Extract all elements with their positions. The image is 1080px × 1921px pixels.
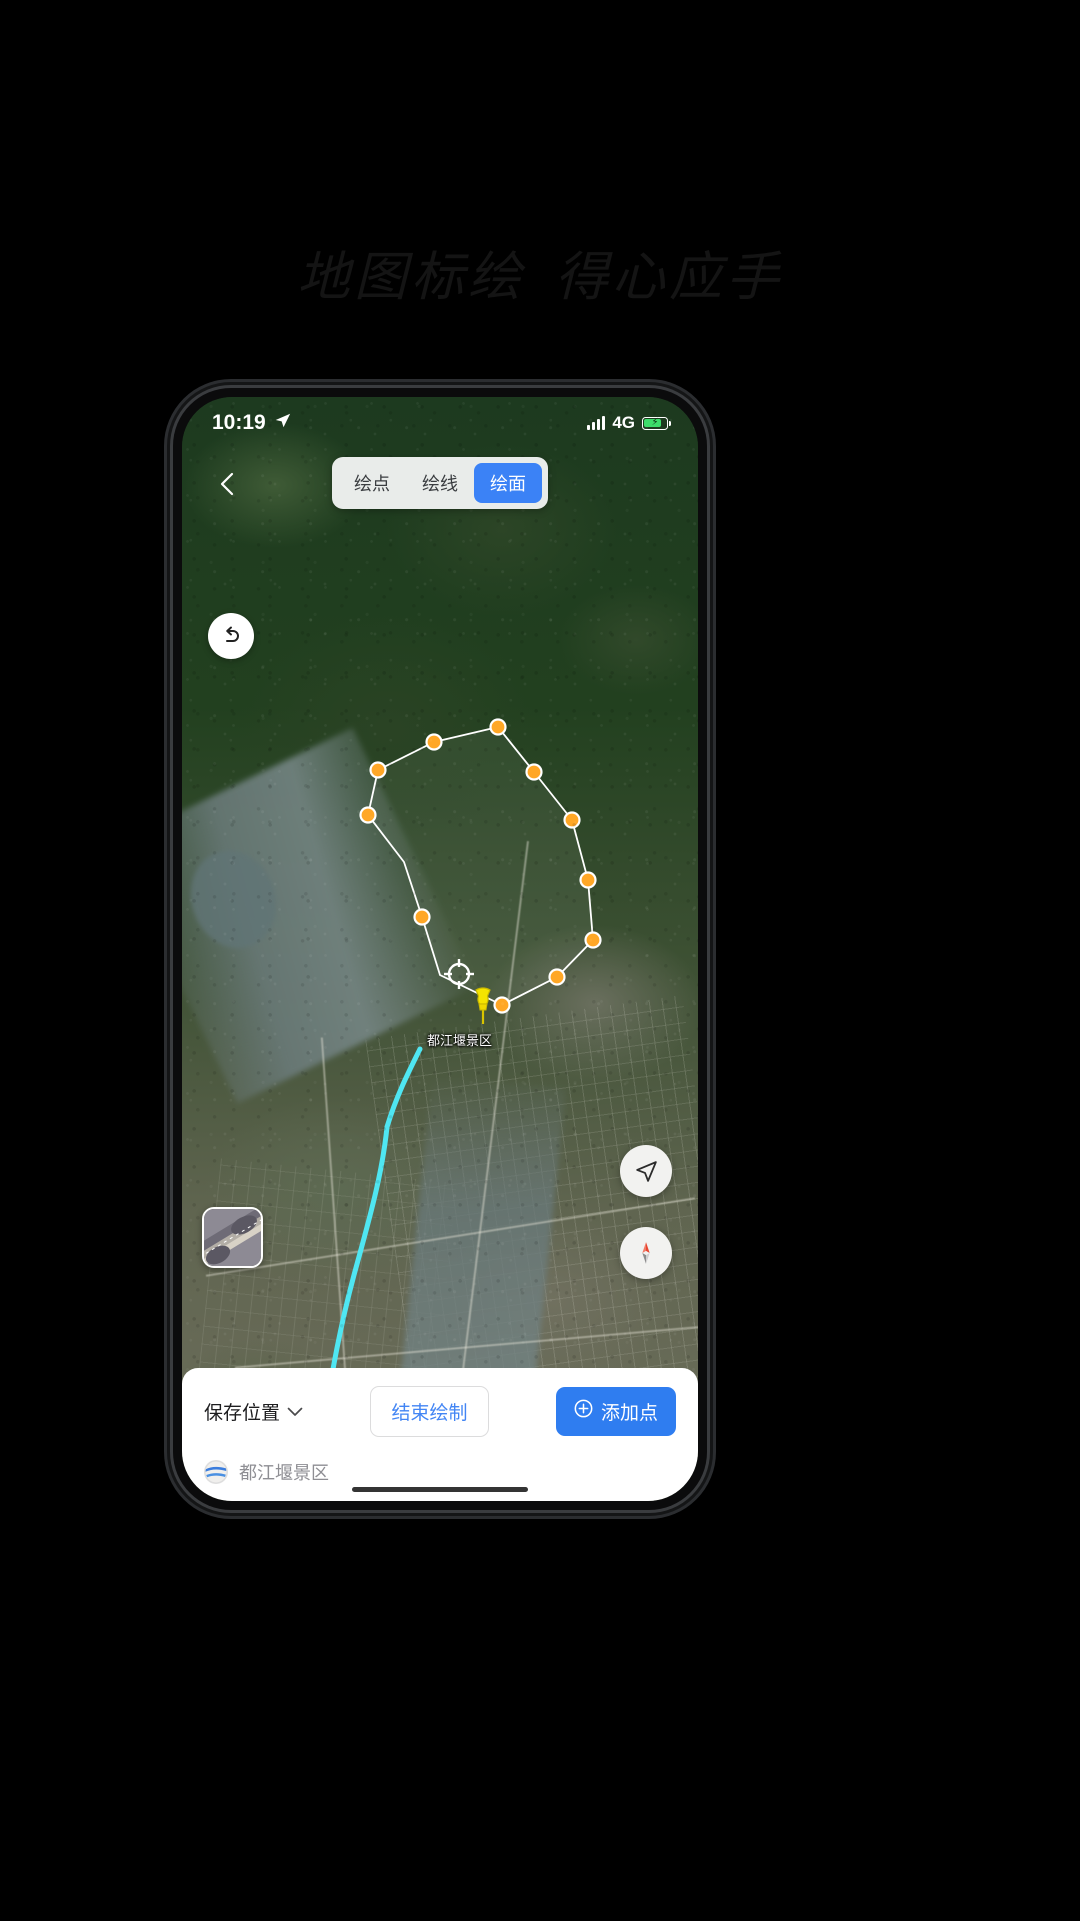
compass-needle-icon	[642, 1242, 650, 1264]
hero-headline-left: 地图标绘	[297, 248, 525, 307]
save-position-dropdown[interactable]: 保存位置	[204, 1398, 303, 1425]
tab-draw-polygon[interactable]: 绘面	[474, 463, 542, 503]
undo-arrow-icon	[226, 626, 239, 642]
screenshot-root: 地图标绘 得心应手 都江堰景区 10:19 4G ⚡ 绘点 绘线 绘面 保存位置…	[0, 0, 1080, 1921]
chevron-left-icon	[220, 472, 234, 496]
phone-screen: 都江堰景区 10:19 4G ⚡ 绘点 绘线 绘面 保存位置 结束绘制 添加点 …	[182, 397, 698, 1501]
google-earth-icon	[204, 1460, 228, 1484]
hero-headline: 地图标绘 得心应手	[0, 235, 1080, 311]
status-bar-left: 10:19	[212, 411, 291, 435]
road-line	[234, 1325, 698, 1369]
phone-device-frame: 都江堰景区 10:19 4G ⚡ 绘点 绘线 绘面 保存位置 结束绘制 添加点 …	[173, 388, 707, 1510]
home-indicator[interactable]	[352, 1487, 528, 1492]
road-line	[205, 1197, 696, 1277]
plus-circle-icon	[574, 1399, 593, 1424]
add-point-button[interactable]: 添加点	[555, 1387, 676, 1436]
locate-me-button[interactable]	[620, 1145, 672, 1197]
navigation-locate-icon	[635, 1160, 657, 1182]
status-bar-right: 4G ⚡	[587, 413, 672, 433]
hero-headline-right: 得心应手	[555, 248, 783, 307]
tab-draw-point[interactable]: 绘点	[338, 463, 406, 503]
bottom-action-sheet: 保存位置 结束绘制 添加点 都江堰景区	[182, 1368, 698, 1501]
tab-draw-line[interactable]: 绘线	[406, 463, 474, 503]
lake-water-body	[182, 838, 290, 961]
add-point-label: 添加点	[600, 1403, 658, 1424]
road-line	[456, 840, 529, 1411]
save-position-label: 保存位置	[204, 1403, 281, 1424]
satellite-map-canvas[interactable]: 都江堰景区	[182, 397, 698, 1501]
status-time: 10:19	[212, 411, 266, 434]
polygon-vertex-group	[359, 718, 602, 1014]
back-button[interactable]	[208, 465, 246, 503]
undo-button[interactable]	[208, 613, 254, 659]
navigation-arrow-icon	[274, 411, 291, 435]
chevron-down-icon	[287, 1404, 303, 1420]
pin-label: 都江堰景区	[427, 1033, 493, 1048]
map-layer-thumbnail-button[interactable]	[202, 1207, 263, 1268]
compass-button[interactable]	[620, 1227, 672, 1279]
finish-drawing-button[interactable]: 结束绘制	[370, 1386, 489, 1437]
signal-bars-icon	[587, 416, 606, 430]
footer-place-name: 都江堰景区	[239, 1463, 329, 1483]
status-bar: 10:19 4G ⚡	[182, 397, 698, 449]
battery-charging-icon: ⚡	[642, 416, 672, 430]
map-vector-overlay	[310, 718, 602, 1501]
map-layer-thumbnail	[204, 1209, 261, 1266]
network-type: 4G	[612, 413, 635, 432]
draw-mode-tabs[interactable]: 绘点 绘线 绘面	[332, 457, 548, 509]
bottom-sheet-actions: 保存位置 结束绘制 添加点	[204, 1386, 676, 1437]
yellow-pin-marker-icon[interactable]	[470, 985, 496, 1030]
